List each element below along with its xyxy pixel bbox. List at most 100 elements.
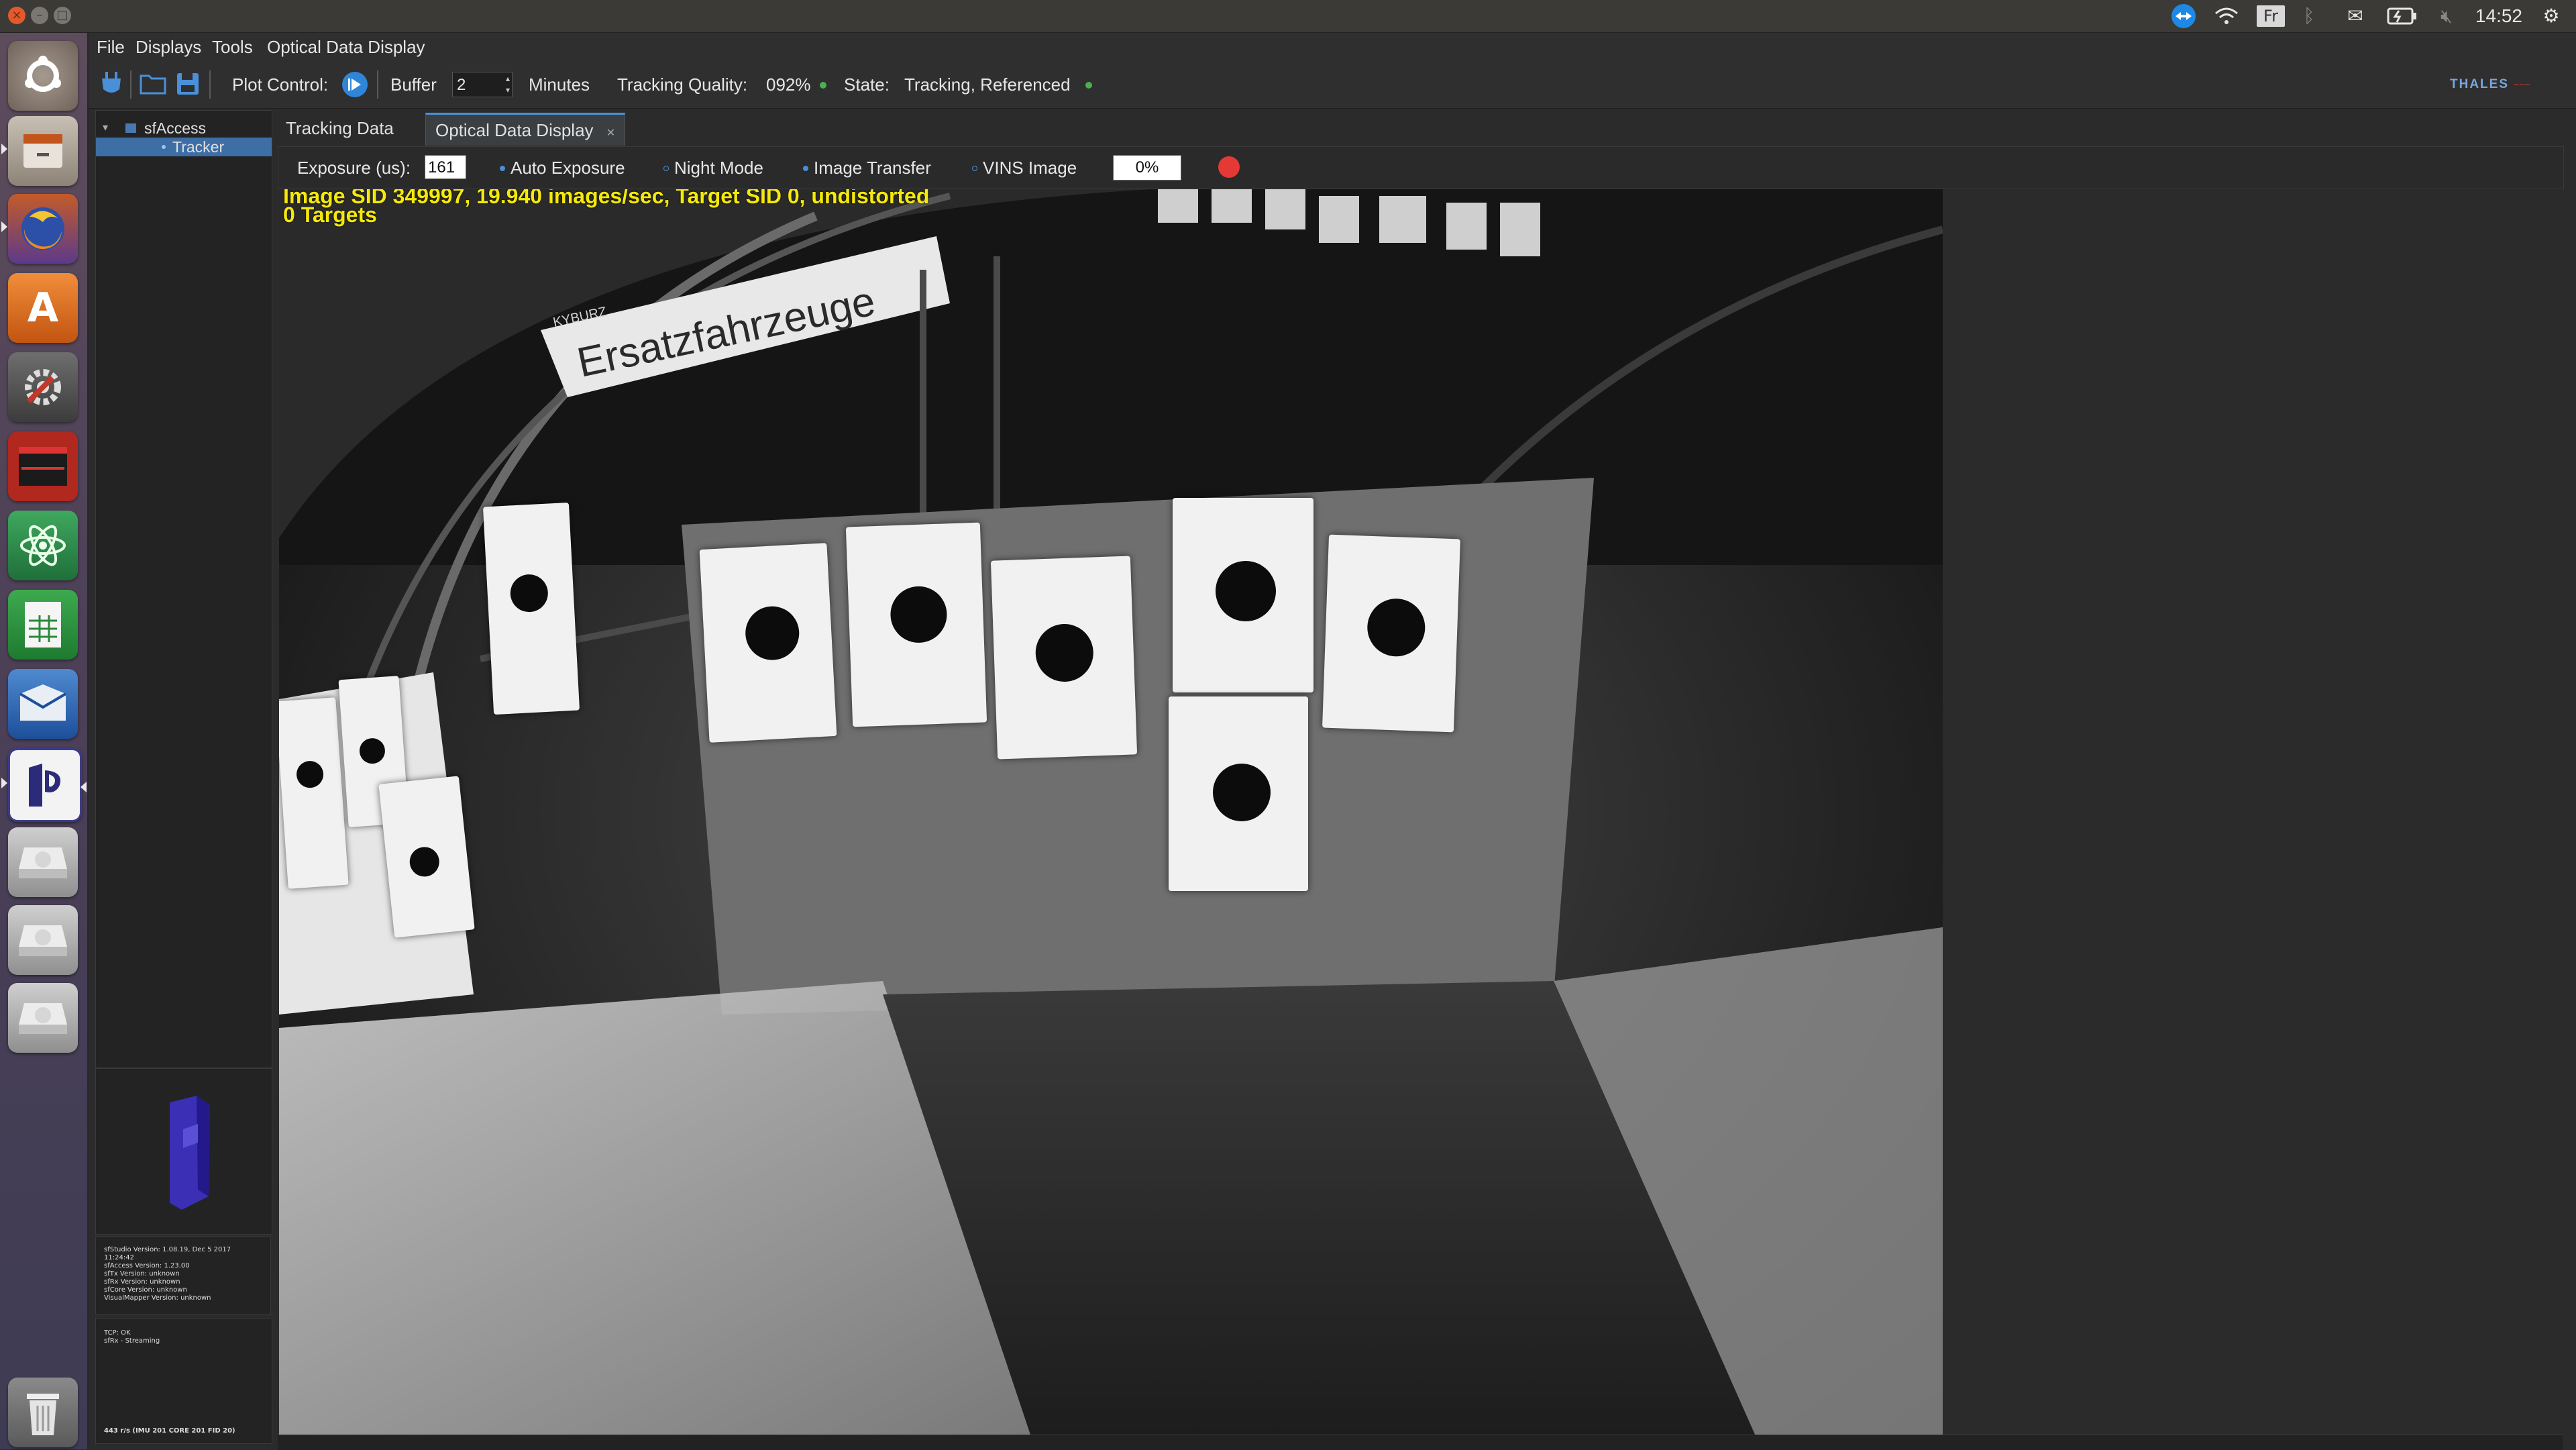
tcp-status: TCP: OK <box>104 1329 131 1337</box>
connection-status-panel: TCP: OK sfRx - Streaming 443 r/s (IMU 20… <box>95 1318 272 1444</box>
buffer-stepper-icon[interactable]: ▴ ▾ <box>503 73 513 96</box>
target-marker-icon <box>1366 597 1426 658</box>
atom-editor-icon[interactable] <box>8 511 78 580</box>
version-line: sfTx Version: unknown <box>104 1270 180 1278</box>
target-card <box>482 502 580 715</box>
tree-node-label: sfAccess <box>144 119 207 137</box>
keyboard-layout-indicator[interactable]: Fr <box>2257 5 2285 27</box>
target-count-overlay: 0 Targets <box>283 203 377 227</box>
night-mode-label[interactable]: Night Mode <box>674 147 763 189</box>
running-indicator <box>1 221 7 232</box>
target-marker-icon <box>1034 623 1095 683</box>
mail-icon[interactable]: ✉ <box>2340 0 2371 32</box>
tab-tracking-data[interactable]: Tracking Data <box>276 113 403 144</box>
open-folder-icon[interactable] <box>138 69 166 99</box>
menu-file[interactable]: File <box>97 33 125 61</box>
buffer-unit-label: Minutes <box>529 74 590 95</box>
target-card <box>1169 696 1308 891</box>
version-line: sfCore Version: unknown <box>104 1286 187 1294</box>
trash-icon[interactable] <box>8 1378 78 1447</box>
optical-controls-bar: Exposure (us): 161 Auto Exposure Night M… <box>278 146 2564 189</box>
target-card <box>378 776 475 938</box>
ubuntu-dash-icon[interactable] <box>8 41 78 111</box>
running-indicator <box>1 144 7 154</box>
software-center-icon[interactable]: A <box>8 273 78 343</box>
window-maximize-button[interactable]: □ <box>54 7 71 24</box>
menu-optical-data-display[interactable]: Optical Data Display <box>267 33 425 61</box>
settings-gear-icon[interactable]: ⚙ <box>2534 0 2568 32</box>
drive-icon[interactable] <box>8 905 78 975</box>
tab-optical-data-display[interactable]: Optical Data Display ✕ <box>425 113 626 146</box>
terminal-app-icon[interactable] <box>8 431 78 501</box>
battery-icon[interactable] <box>2385 0 2419 32</box>
version-line: sfRx Version: unknown <box>104 1278 180 1286</box>
tracker-model-icon <box>170 1096 210 1210</box>
target-card <box>845 522 987 727</box>
window-minimize-button[interactable]: – <box>31 7 48 24</box>
app-menubar: File Displays Tools Optical Data Display <box>89 33 2576 61</box>
version-info-panel: sfStudio Version: 1.08.19, Dec 5 2017 11… <box>95 1236 271 1315</box>
auto-exposure-checkbox[interactable] <box>500 166 505 171</box>
connect-plug-icon[interactable] <box>98 69 125 99</box>
target-marker-icon <box>890 585 948 644</box>
vins-image-label[interactable]: VINS Image <box>983 147 1077 189</box>
target-card <box>1173 498 1313 692</box>
tracking-quality-label: Tracking Quality: <box>617 74 748 95</box>
image-transfer-checkbox[interactable] <box>803 166 808 171</box>
record-button[interactable] <box>1218 156 1240 178</box>
version-line: 11:24:42 <box>104 1254 134 1261</box>
wifi-icon[interactable] <box>2211 0 2242 32</box>
save-icon[interactable] <box>174 69 201 99</box>
clock[interactable]: 14:52 <box>2475 0 2522 32</box>
running-indicator <box>1 778 7 788</box>
files-icon[interactable] <box>8 116 78 186</box>
play-button[interactable] <box>341 70 369 99</box>
focused-indicator <box>80 782 87 792</box>
mail-client-icon[interactable] <box>8 669 78 739</box>
thales-logo: THALES ~~~ <box>2450 77 2530 91</box>
teamviewer-icon[interactable] <box>2168 0 2199 32</box>
auto-exposure-label[interactable]: Auto Exposure <box>511 147 625 189</box>
vins-image-checkbox[interactable] <box>972 166 977 171</box>
spreadsheet-icon[interactable] <box>8 590 78 660</box>
target-card <box>1322 534 1460 733</box>
tab-label: Optical Data Display <box>435 120 594 140</box>
collapse-arrow-icon[interactable]: ▾ <box>103 119 108 138</box>
image-transfer-label[interactable]: Image Transfer <box>814 147 931 189</box>
target-card <box>990 556 1138 760</box>
drive-icon[interactable] <box>8 827 78 897</box>
toolbar-separator <box>377 70 378 99</box>
bluetooth-icon[interactable]: ᛒ <box>2297 0 2321 32</box>
exposure-label: Exposure (us): <box>297 158 411 178</box>
camera-image-view[interactable]: Ersatzfahrzeuge KYBURZ Image SID 349997,… <box>279 189 1943 1435</box>
exposure-input[interactable]: 161 <box>425 155 466 179</box>
buffer-label: Buffer <box>390 74 437 95</box>
night-mode-checkbox[interactable] <box>663 166 669 171</box>
image-info-overlay: Image SID 349997, 19.940 images/sec, Tar… <box>283 189 930 208</box>
toolbar-separator <box>209 70 211 99</box>
viewer-bottom-strip <box>278 1435 2563 1450</box>
tree-node-tracker[interactable]: Tracker <box>96 138 272 156</box>
target-marker-icon <box>509 573 549 613</box>
target-marker-icon <box>1216 561 1276 621</box>
menu-displays[interactable]: Displays <box>136 33 201 61</box>
system-settings-icon[interactable] <box>8 352 78 422</box>
toolbar-separator <box>130 70 131 99</box>
recording-progress-field: 0% <box>1113 155 1181 180</box>
target-marker-icon <box>358 737 386 765</box>
target-marker-icon <box>1213 764 1271 821</box>
window-close-button[interactable]: × <box>8 7 25 24</box>
menu-tools[interactable]: Tools <box>212 33 253 61</box>
volume-muted-icon[interactable]: 🔇︎ <box>2431 0 2462 32</box>
tree-node-sfaccess[interactable]: ▾ sfAccess <box>96 119 272 138</box>
target-marker-icon <box>744 605 801 662</box>
state-status-dot <box>1085 82 1092 89</box>
tab-close-icon[interactable]: ✕ <box>606 127 615 139</box>
sfstudio-app-icon[interactable] <box>8 748 82 822</box>
firefox-icon[interactable] <box>8 194 78 264</box>
state-value: Tracking, Referenced <box>904 74 1071 95</box>
computer-icon <box>125 123 136 133</box>
drive-icon[interactable] <box>8 983 78 1053</box>
tracker-3d-model-view[interactable] <box>95 1068 272 1235</box>
state-label: State: <box>844 74 890 95</box>
